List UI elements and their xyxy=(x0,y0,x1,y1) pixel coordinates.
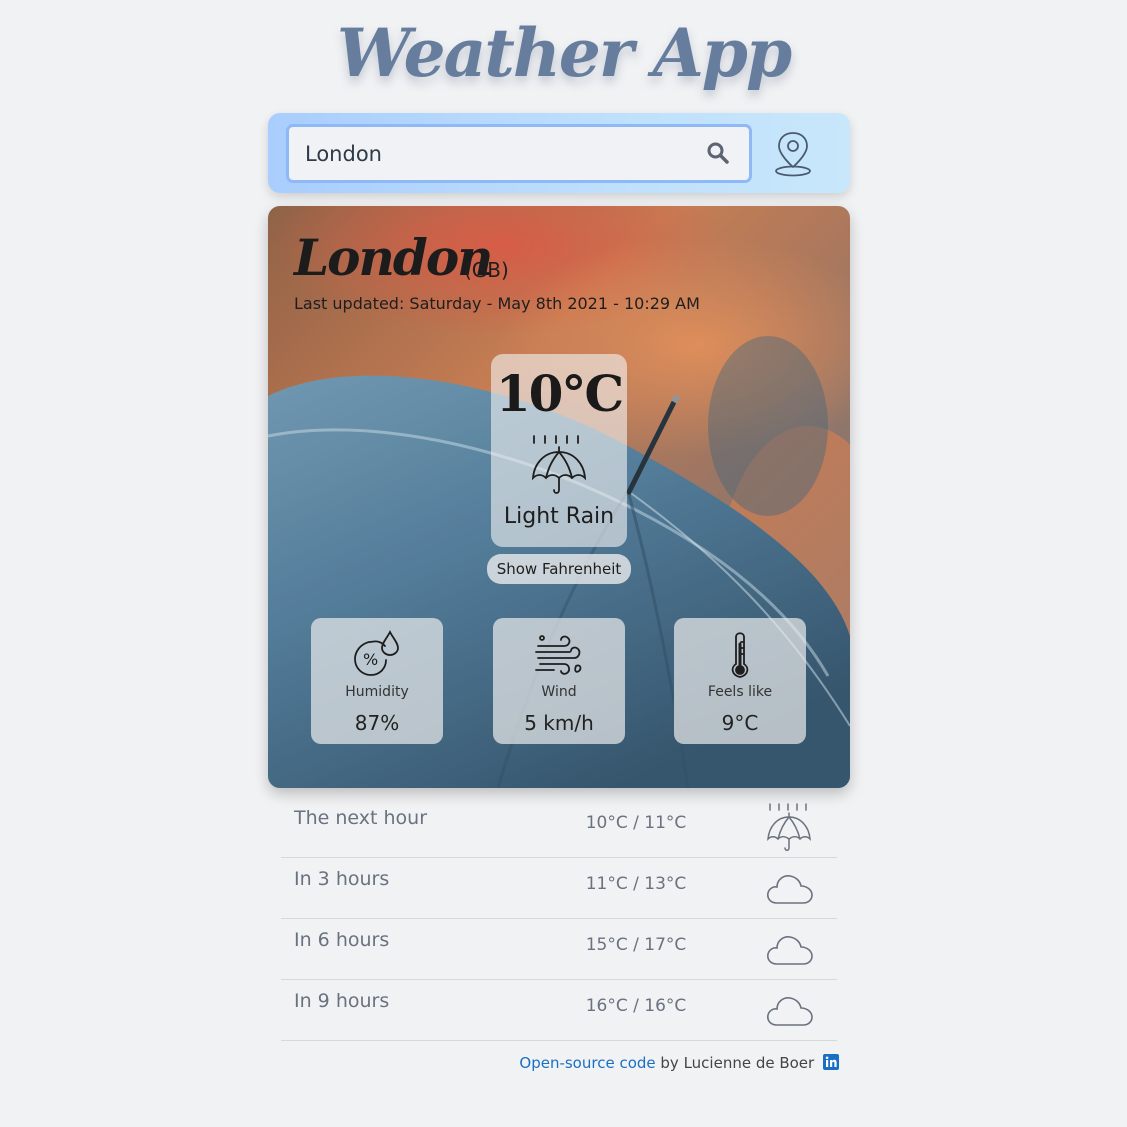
current-temperature-panel: 10°C Light Rain xyxy=(491,354,627,547)
footer: Open-source code by Lucienne de Boer xyxy=(519,1054,839,1072)
forecast-time-label: The next hour xyxy=(294,807,428,829)
city-search-input[interactable] xyxy=(289,127,705,180)
wind-value: 5 km/h xyxy=(524,711,594,735)
weather-condition: Light Rain xyxy=(503,504,615,529)
feels-like-card: Feels like 9°C xyxy=(674,618,806,744)
forecast-temperature-range: 10°C / 11°C xyxy=(585,813,687,833)
svg-text:%: % xyxy=(363,650,378,669)
forecast-row: The next hour 10°C / 11°C xyxy=(281,797,837,858)
show-fahrenheit-button[interactable]: Show Fahrenheit xyxy=(487,554,631,584)
current-location-button[interactable] xyxy=(768,127,818,179)
cloud-icon xyxy=(767,997,813,1026)
hourly-forecast-list: The next hour 10°C / 11°C In 3 hours 11°… xyxy=(281,797,837,1041)
weather-app-page: Weather App London London (GB) Last upda… xyxy=(0,0,1127,1127)
country-code: (GB) xyxy=(464,258,509,282)
forecast-temperature-range: 15°C / 17°C xyxy=(585,935,687,955)
open-source-code-link[interactable]: Open-source code xyxy=(519,1054,655,1072)
forecast-time-label: In 3 hours xyxy=(294,868,390,890)
feels-like-label: Feels like xyxy=(707,684,773,700)
search-panel xyxy=(268,113,850,193)
cloud-icon xyxy=(767,875,813,904)
city-name: London xyxy=(294,228,494,287)
forecast-row: In 3 hours 11°C / 13°C xyxy=(281,858,837,919)
umbrella-rain-icon xyxy=(531,435,587,494)
humidity-value: 87% xyxy=(354,711,400,735)
humidity-card: % Humidity 87% xyxy=(311,618,443,744)
feels-like-value: 9°C xyxy=(721,711,759,735)
wind-icon xyxy=(535,635,582,675)
forecast-time-label: In 9 hours xyxy=(294,990,390,1012)
search-icon[interactable] xyxy=(705,140,731,166)
cloud-icon xyxy=(767,936,813,965)
forecast-temperature-range: 11°C / 13°C xyxy=(585,874,687,894)
wind-label: Wind xyxy=(541,684,577,700)
app-title: Weather App xyxy=(336,14,792,92)
current-weather-card: London (GB) Last updated: Saturday - May… xyxy=(268,206,850,788)
humidity-icon: % xyxy=(354,630,399,676)
last-updated-timestamp: Last updated: Saturday - May 8th 2021 - … xyxy=(294,294,700,313)
forecast-row: In 6 hours 15°C / 17°C xyxy=(281,919,837,980)
forecast-time-label: In 6 hours xyxy=(294,929,390,951)
umbrella-rain-icon xyxy=(767,803,811,851)
forecast-temperature-range: 16°C / 16°C xyxy=(585,996,687,1016)
current-temperature: 10°C xyxy=(495,364,624,423)
wind-card: Wind 5 km/h xyxy=(493,618,625,744)
author-credit: by Lucienne de Boer xyxy=(660,1054,815,1072)
humidity-label: Humidity xyxy=(345,684,409,700)
forecast-row: In 9 hours 16°C / 16°C xyxy=(281,980,837,1041)
thermometer-icon xyxy=(731,632,749,678)
search-box xyxy=(286,124,752,183)
linkedin-icon[interactable] xyxy=(823,1054,839,1070)
map-pin-icon xyxy=(775,132,811,177)
